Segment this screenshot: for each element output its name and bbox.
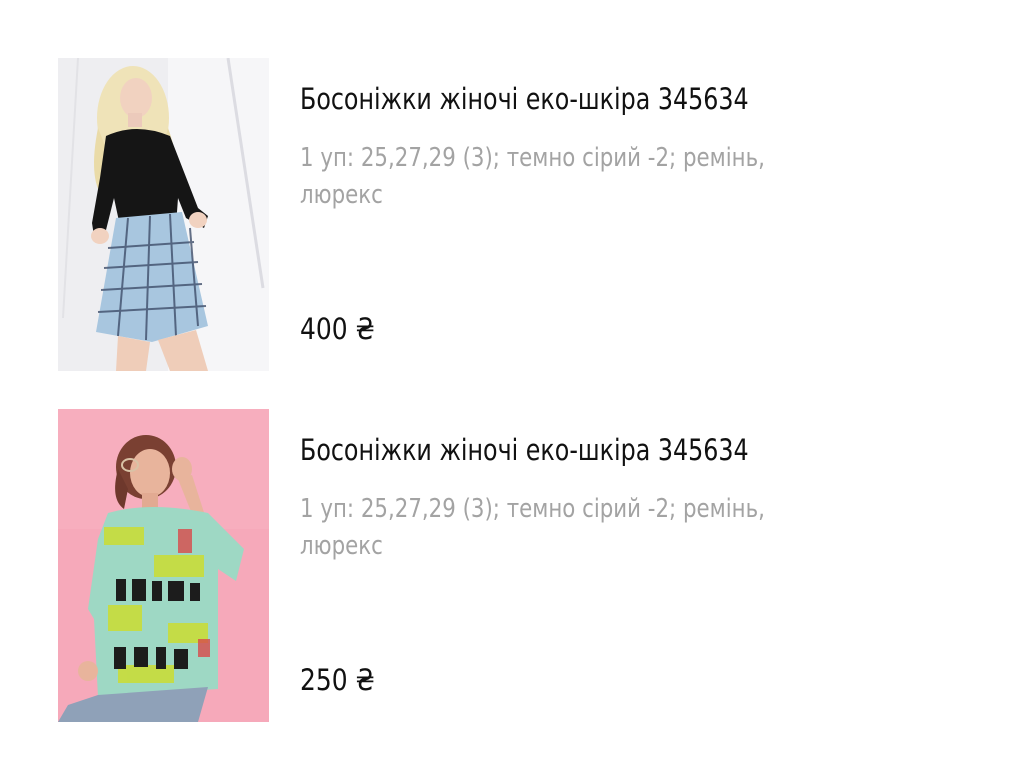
product-image[interactable] [58,58,269,371]
product-title[interactable]: Босоніжки жіночі еко-шкіра 345634 [300,80,749,118]
product-photo-illustration [58,58,269,371]
product-photo-illustration [58,409,269,722]
product-title[interactable]: Босоніжки жіночі еко-шкіра 345634 [300,431,749,469]
product-description: 1 уп: 25,27,29 (3); темно сірий -2; ремі… [300,143,765,210]
product-price: 400 ₴ [300,312,375,346]
product-image[interactable] [58,409,269,722]
product-price: 250 ₴ [300,663,375,697]
product-description: 1 уп: 25,27,29 (3); темно сірий -2; ремі… [300,494,765,561]
product-card[interactable]: Босоніжки жіночі еко-шкіра 345634 1 уп: … [58,58,838,371]
product-card[interactable]: Босоніжки жіночі еко-шкіра 345634 1 уп: … [58,409,838,722]
